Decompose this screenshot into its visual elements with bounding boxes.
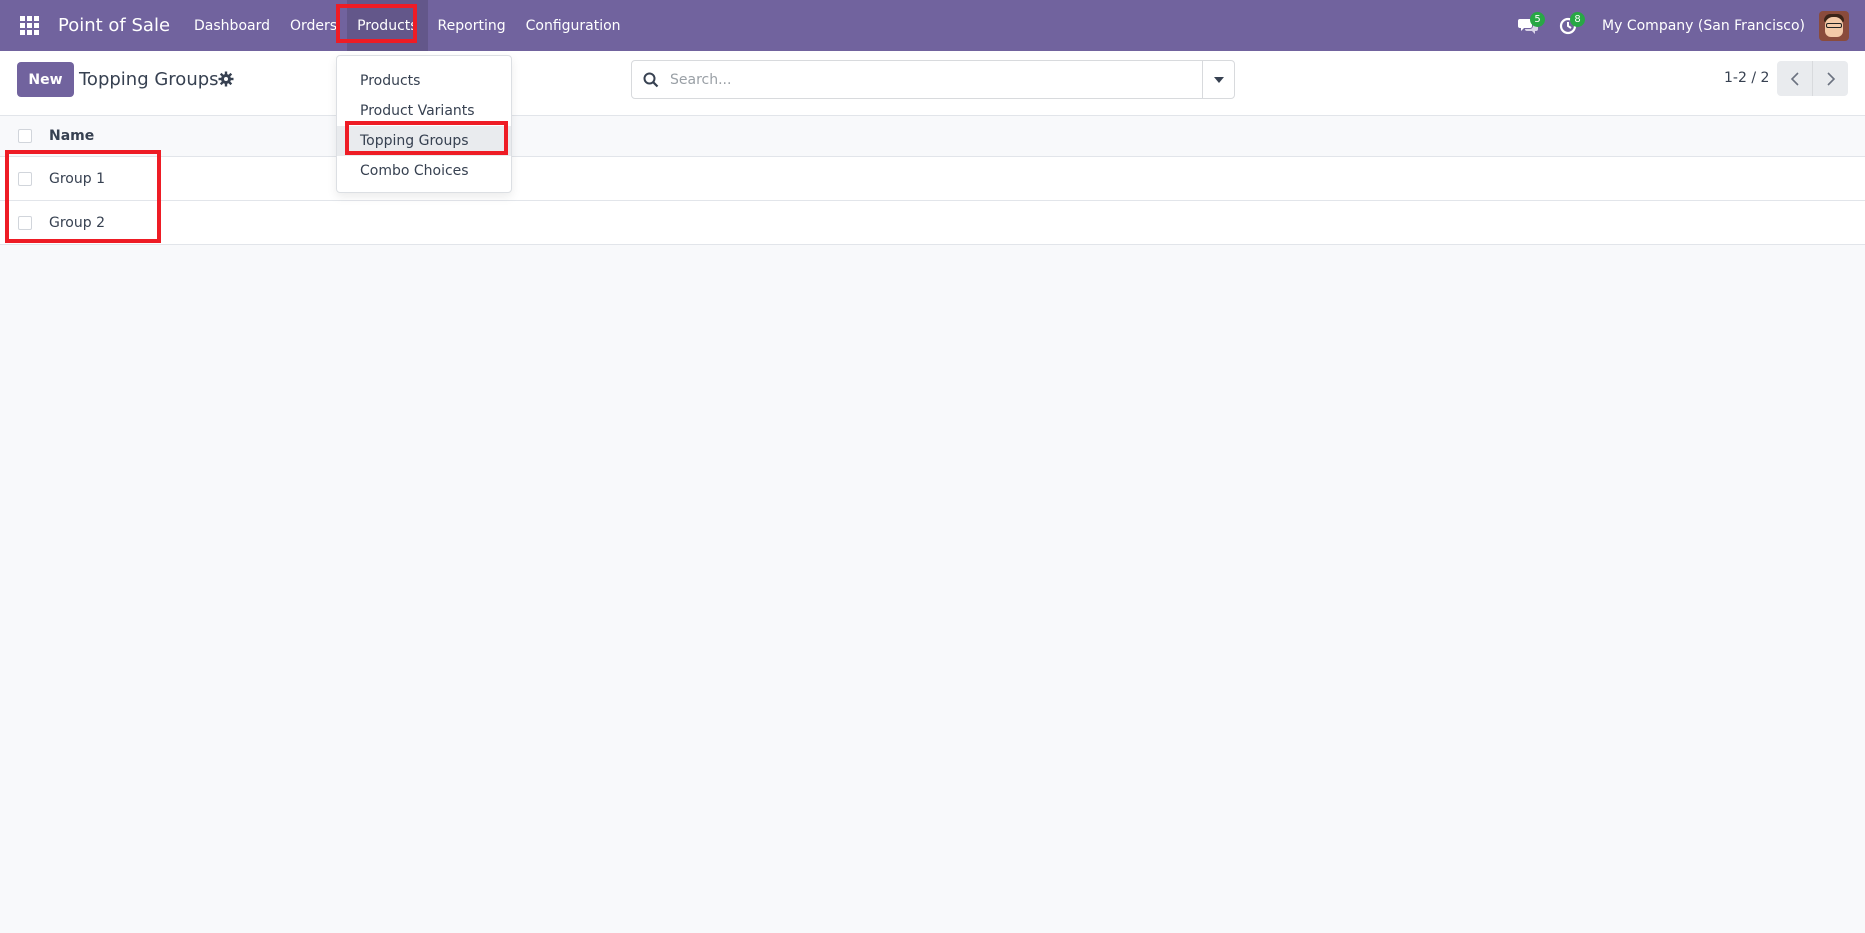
pager-next-button[interactable]	[1812, 61, 1848, 96]
search-input[interactable]	[670, 62, 1202, 97]
table-row[interactable]: Group 2	[0, 201, 1865, 245]
new-button[interactable]: New	[17, 62, 74, 97]
gear-icon[interactable]	[218, 71, 234, 87]
select-all-checkbox[interactable]	[17, 129, 32, 143]
app-name[interactable]: Point of Sale	[58, 15, 170, 36]
pager-previous-button[interactable]	[1777, 61, 1813, 96]
menu-item-combo-choices[interactable]: Combo Choices	[337, 156, 511, 186]
search-icon	[632, 61, 670, 98]
control-panel: New Topping Groups 1-2 / 2	[0, 51, 1865, 116]
nav-products[interactable]: Products	[347, 0, 428, 51]
search-options-toggle[interactable]	[1202, 61, 1234, 98]
row-checkbox[interactable]	[17, 171, 32, 186]
messages-count-badge: 5	[1530, 12, 1546, 27]
list-header: Name	[0, 116, 1865, 157]
row-name-cell: Group 2	[49, 214, 105, 231]
products-dropdown-menu: Products Product Variants Topping Groups…	[336, 55, 512, 193]
pager-value[interactable]: 1-2 / 2	[1724, 70, 1769, 86]
activities-button[interactable]: 8	[1548, 0, 1588, 51]
nav-reporting[interactable]: Reporting	[428, 0, 516, 51]
user-avatar[interactable]	[1819, 10, 1849, 41]
table-row[interactable]: Group 1	[0, 157, 1865, 201]
caret-down-icon	[1213, 76, 1224, 83]
search-bar	[631, 60, 1235, 99]
chevron-left-icon	[1790, 71, 1799, 86]
chevron-right-icon	[1826, 71, 1835, 86]
top-navbar: Point of Sale Dashboard Orders Products …	[0, 0, 1865, 51]
menu-item-topping-groups[interactable]: Topping Groups	[337, 126, 511, 156]
menu-item-product-variants[interactable]: Product Variants	[337, 96, 511, 126]
list-view: Name Group 1 Group 2	[0, 116, 1865, 245]
messages-button[interactable]: 5	[1508, 0, 1548, 51]
activities-count-badge: 8	[1570, 12, 1586, 27]
nav-configuration[interactable]: Configuration	[516, 0, 631, 51]
nav-dashboard[interactable]: Dashboard	[184, 0, 280, 51]
page-title: Topping Groups	[79, 69, 219, 90]
row-checkbox[interactable]	[17, 215, 32, 230]
row-name-cell: Group 1	[49, 170, 105, 187]
menu-item-products[interactable]: Products	[337, 66, 511, 96]
navbar-systray: 5 8 My Company (San Francisco)	[1508, 0, 1865, 51]
column-header-name[interactable]: Name	[49, 128, 94, 144]
nav-orders[interactable]: Orders	[280, 0, 347, 51]
apps-menu-icon[interactable]	[0, 0, 58, 51]
company-switcher[interactable]: My Company (San Francisco)	[1602, 18, 1805, 34]
